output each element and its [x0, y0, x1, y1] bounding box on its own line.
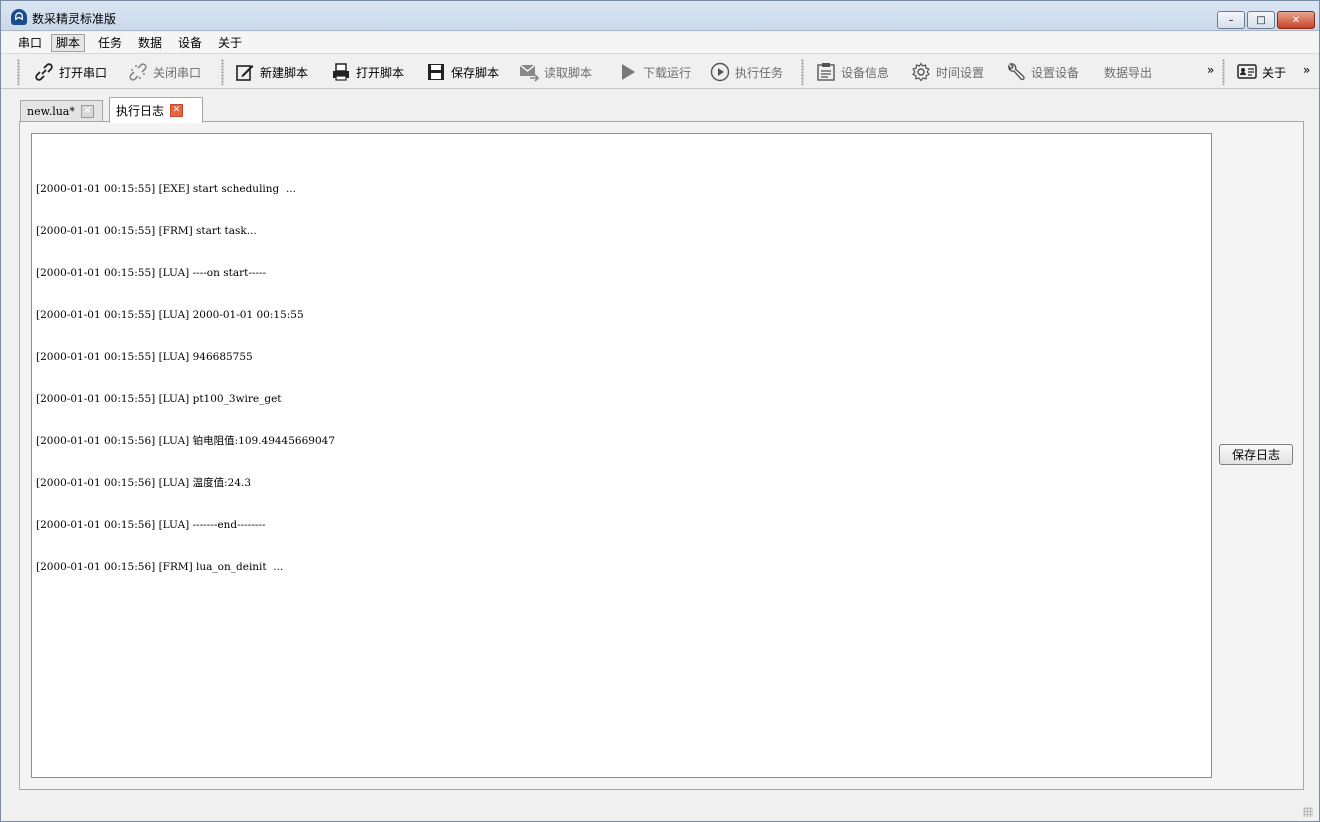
download-run-label: 下载运行	[643, 65, 692, 80]
mail-arrow-icon	[518, 61, 540, 83]
close-port-button[interactable]: 关闭串口	[127, 59, 201, 85]
read-script-button[interactable]: 读取脚本	[518, 59, 592, 85]
link-icon	[33, 61, 55, 83]
menu-about[interactable]: 关于	[214, 34, 246, 52]
log-line: [2000-01-01 00:15:55] [EXE] start schedu…	[36, 183, 296, 195]
toolbar-overflow-chevron-2[interactable]: »	[1303, 63, 1310, 77]
time-settings-label: 时间设置	[936, 65, 985, 80]
id-card-icon	[1236, 61, 1258, 83]
log-line: [2000-01-01 00:15:55] [LUA] pt100_3wire_…	[36, 393, 282, 405]
log-line: [2000-01-01 00:15:56] [LUA] -------end--…	[36, 519, 266, 531]
toolbar-grip[interactable]	[17, 59, 20, 85]
menu-task[interactable]: 任务	[94, 34, 126, 52]
close-window-button[interactable]: ✕	[1277, 11, 1315, 29]
open-script-button[interactable]: 打开脚本	[330, 59, 404, 85]
title-bar: ᗣ 数采精灵标准版 – □ ✕	[1, 1, 1319, 31]
log-line: [2000-01-01 00:15:55] [LUA] ----on start…	[36, 267, 267, 279]
tab-exec-log[interactable]: 执行日志 ✕	[109, 97, 203, 123]
printer-icon	[330, 61, 352, 83]
data-export-button[interactable]: 数据导出	[1104, 59, 1152, 85]
log-line: [2000-01-01 00:15:56] [LUA] 铂电阻值:109.494…	[36, 435, 336, 447]
floppy-icon	[425, 61, 447, 83]
log-line: [2000-01-01 00:15:56] [FRM] lua_on_deini…	[36, 561, 284, 573]
menu-bar: 串口 脚本 任务 数据 设备 关于	[1, 32, 1319, 54]
tab-new-lua[interactable]: new.lua* ✕	[20, 100, 103, 122]
save-script-button[interactable]: 保存脚本	[425, 59, 499, 85]
device-info-button[interactable]: 设备信息	[815, 59, 889, 85]
set-device-button[interactable]: 设置设备	[1005, 59, 1079, 85]
menu-serial[interactable]: 串口	[14, 34, 46, 52]
download-run-button[interactable]: 下载运行	[617, 59, 691, 85]
play-triangle-icon	[617, 61, 639, 83]
app-logo-icon: ᗣ	[11, 9, 27, 25]
save-script-label: 保存脚本	[451, 65, 500, 80]
tab-close-icon[interactable]: ✕	[80, 105, 94, 118]
open-port-button[interactable]: 打开串口	[33, 59, 107, 85]
about-label: 关于	[1262, 65, 1287, 80]
open-script-label: 打开脚本	[356, 65, 405, 80]
save-log-button[interactable]: 保存日志	[1219, 444, 1293, 465]
toolbar-overflow-chevron[interactable]: »	[1207, 63, 1214, 77]
minimize-button[interactable]: –	[1217, 11, 1245, 29]
toolbar-grip[interactable]	[801, 59, 804, 85]
exec-log-panel: [2000-01-01 00:15:55] [EXE] start schedu…	[19, 121, 1304, 790]
read-script-label: 读取脚本	[544, 65, 593, 80]
play-circle-icon	[709, 61, 731, 83]
new-script-button[interactable]: 新建脚本	[234, 59, 308, 85]
log-line: [2000-01-01 00:15:55] [FRM] start task..…	[36, 225, 257, 237]
close-port-label: 关闭串口	[153, 65, 202, 80]
gear-icon	[910, 61, 932, 83]
open-port-label: 打开串口	[59, 65, 108, 80]
time-settings-button[interactable]: 时间设置	[910, 59, 984, 85]
device-info-label: 设备信息	[841, 65, 890, 80]
tab-label: 执行日志	[116, 104, 165, 118]
log-output[interactable]: [2000-01-01 00:15:55] [EXE] start schedu…	[31, 133, 1212, 778]
toolbar: 打开串口 关闭串口 新建脚本 打开脚本 保存脚本 读取脚本 下载运行 执行任务 …	[1, 55, 1319, 89]
menu-device[interactable]: 设备	[174, 34, 206, 52]
log-line: [2000-01-01 00:15:56] [LUA] 温度值:24.3	[36, 477, 252, 489]
menu-data[interactable]: 数据	[134, 34, 166, 52]
set-device-label: 设置设备	[1031, 65, 1080, 80]
tab-close-icon[interactable]: ✕	[170, 104, 184, 117]
toolbar-grip[interactable]	[221, 59, 224, 85]
tab-label: new.lua*	[27, 105, 75, 118]
log-line: [2000-01-01 00:15:55] [LUA] 946685755	[36, 351, 253, 363]
broken-link-icon	[127, 61, 149, 83]
maximize-button[interactable]: □	[1247, 11, 1275, 29]
log-line: [2000-01-01 00:15:55] [LUA] 2000-01-01 0…	[36, 309, 304, 321]
toolbar-grip[interactable]	[1222, 59, 1225, 85]
wrench-icon	[1005, 61, 1027, 83]
new-script-label: 新建脚本	[260, 65, 309, 80]
menu-script[interactable]: 脚本	[51, 34, 86, 52]
app-window: ᗣ 数采精灵标准版 – □ ✕ 串口 脚本 任务 数据 设备 关于 打开串口 关…	[0, 0, 1320, 822]
clipboard-list-icon	[815, 61, 837, 83]
edit-pen-icon	[234, 61, 256, 83]
resize-grip[interactable]	[1303, 807, 1313, 817]
about-button[interactable]: 关于	[1236, 59, 1286, 85]
exec-task-button[interactable]: 执行任务	[709, 59, 783, 85]
window-title: 数采精灵标准版	[32, 12, 117, 26]
data-export-label: 数据导出	[1104, 65, 1153, 80]
status-bar	[1, 801, 1319, 821]
exec-task-label: 执行任务	[735, 65, 784, 80]
